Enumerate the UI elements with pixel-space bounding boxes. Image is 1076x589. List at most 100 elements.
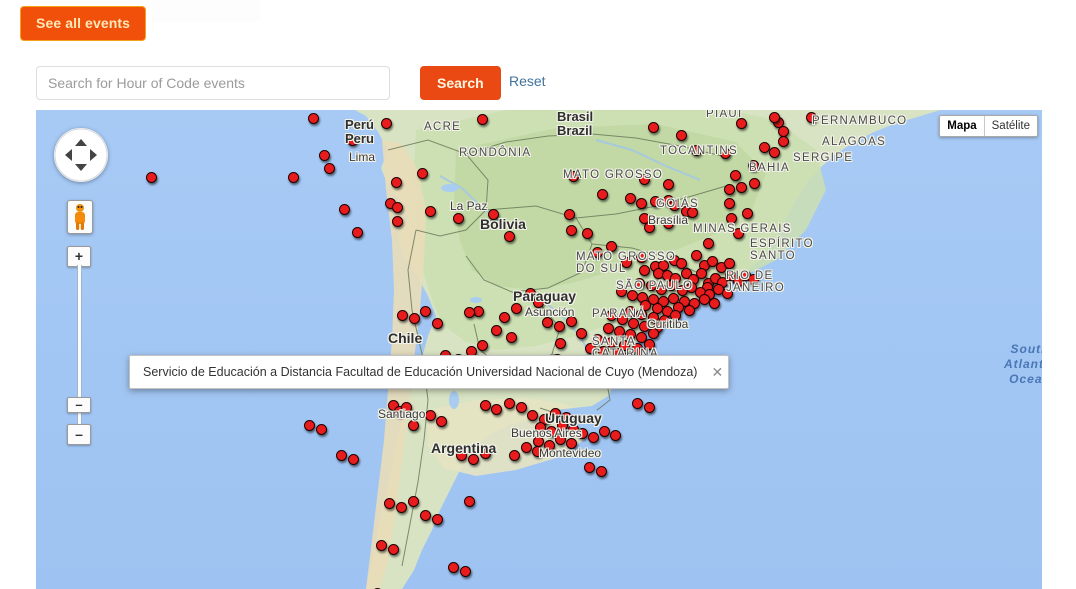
map-container[interactable]: Perú Peru Brasil Brazil ACRE PIAUÍ PERNAMBUCO R… xyxy=(36,110,1042,589)
event-marker[interactable] xyxy=(425,206,436,217)
event-marker[interactable] xyxy=(477,114,488,125)
event-marker[interactable] xyxy=(676,130,687,141)
event-marker[interactable] xyxy=(348,454,359,465)
event-marker[interactable] xyxy=(684,305,695,316)
event-marker[interactable] xyxy=(408,496,419,507)
event-marker[interactable] xyxy=(597,189,608,200)
event-marker[interactable] xyxy=(319,150,330,161)
event-marker[interactable] xyxy=(644,402,655,413)
event-marker[interactable] xyxy=(408,420,419,431)
event-marker[interactable] xyxy=(625,329,636,340)
event-marker[interactable] xyxy=(324,163,335,174)
event-marker[interactable] xyxy=(614,326,625,337)
event-marker[interactable] xyxy=(722,288,733,299)
event-marker[interactable] xyxy=(456,450,467,461)
event-marker[interactable] xyxy=(568,171,579,182)
event-marker[interactable] xyxy=(464,496,475,507)
event-marker[interactable] xyxy=(639,265,650,276)
zoom-slider-handle[interactable]: – xyxy=(67,397,91,413)
event-marker[interactable] xyxy=(448,562,459,573)
event-marker[interactable] xyxy=(352,227,363,238)
event-marker[interactable] xyxy=(339,204,350,215)
event-marker[interactable] xyxy=(425,410,436,421)
event-marker[interactable] xyxy=(509,450,520,461)
event-marker[interactable] xyxy=(726,213,737,224)
reset-link[interactable]: Reset xyxy=(509,73,546,89)
event-marker[interactable] xyxy=(769,112,780,123)
event-marker[interactable] xyxy=(736,118,747,129)
event-marker[interactable] xyxy=(391,177,402,188)
event-marker[interactable] xyxy=(617,314,628,325)
event-marker[interactable] xyxy=(146,172,157,183)
event-marker[interactable] xyxy=(806,112,817,123)
event-marker[interactable] xyxy=(599,426,610,437)
map-type-control[interactable]: Mapa Satélite xyxy=(939,115,1038,137)
event-marker[interactable] xyxy=(588,432,599,443)
event-marker[interactable] xyxy=(720,148,731,159)
event-marker[interactable] xyxy=(636,309,647,320)
event-marker[interactable] xyxy=(691,145,702,156)
search-input[interactable] xyxy=(36,66,390,100)
event-marker[interactable] xyxy=(417,168,428,179)
zoom-out-button[interactable]: – xyxy=(67,424,91,445)
event-marker[interactable] xyxy=(521,442,532,453)
event-marker[interactable] xyxy=(592,247,603,258)
event-marker[interactable] xyxy=(576,328,587,339)
event-marker[interactable] xyxy=(533,297,544,308)
event-marker[interactable] xyxy=(432,318,443,329)
event-marker[interactable] xyxy=(748,160,759,171)
event-marker[interactable] xyxy=(648,122,659,133)
event-marker[interactable] xyxy=(634,278,645,289)
info-window[interactable]: Servicio de Educación a Distancia Facult… xyxy=(129,355,729,389)
event-marker[interactable] xyxy=(381,118,392,129)
event-marker[interactable] xyxy=(480,400,491,411)
event-marker[interactable] xyxy=(432,514,443,525)
event-marker[interactable] xyxy=(506,332,517,343)
event-marker[interactable] xyxy=(691,250,702,261)
event-marker[interactable] xyxy=(606,337,617,348)
event-marker[interactable] xyxy=(464,307,475,318)
event-marker[interactable] xyxy=(616,286,627,297)
event-marker[interactable] xyxy=(535,422,546,433)
event-marker[interactable] xyxy=(696,268,707,279)
event-marker[interactable] xyxy=(527,410,538,421)
event-marker[interactable] xyxy=(511,303,522,314)
event-marker[interactable] xyxy=(488,209,499,220)
event-marker[interactable] xyxy=(582,228,593,239)
event-marker[interactable] xyxy=(748,274,759,285)
map-canvas[interactable]: Perú Peru Brasil Brazil ACRE PIAUÍ PERNAMBUCO R… xyxy=(36,110,1042,589)
event-marker[interactable] xyxy=(288,172,299,183)
event-marker[interactable] xyxy=(639,174,650,185)
event-marker[interactable] xyxy=(453,213,464,224)
event-marker[interactable] xyxy=(603,323,614,334)
event-marker[interactable] xyxy=(397,310,408,321)
event-marker[interactable] xyxy=(632,398,643,409)
event-marker[interactable] xyxy=(724,258,735,269)
event-marker[interactable] xyxy=(499,312,510,323)
event-marker[interactable] xyxy=(542,317,553,328)
event-marker[interactable] xyxy=(316,424,327,435)
event-marker[interactable] xyxy=(606,310,617,321)
event-marker[interactable] xyxy=(749,178,760,189)
event-marker[interactable] xyxy=(392,202,403,213)
event-marker[interactable] xyxy=(409,313,420,324)
event-marker[interactable] xyxy=(778,136,789,147)
event-marker[interactable] xyxy=(554,321,565,332)
event-marker[interactable] xyxy=(555,338,566,349)
event-marker[interactable] xyxy=(628,318,639,329)
event-marker[interactable] xyxy=(669,200,680,211)
event-marker[interactable] xyxy=(709,298,720,309)
close-icon[interactable]: ✕ xyxy=(709,365,725,379)
event-marker[interactable] xyxy=(625,193,636,204)
event-marker[interactable] xyxy=(555,434,566,445)
event-marker[interactable] xyxy=(663,179,674,190)
event-marker[interactable] xyxy=(491,325,502,336)
zoom-in-button[interactable]: + xyxy=(67,246,91,267)
map-type-satellite-button[interactable]: Satélite xyxy=(983,116,1037,136)
event-marker[interactable] xyxy=(557,420,568,431)
event-marker[interactable] xyxy=(392,216,403,227)
event-marker[interactable] xyxy=(687,207,698,218)
event-marker[interactable] xyxy=(308,113,319,124)
event-marker[interactable] xyxy=(636,252,647,263)
event-marker[interactable] xyxy=(504,398,515,409)
